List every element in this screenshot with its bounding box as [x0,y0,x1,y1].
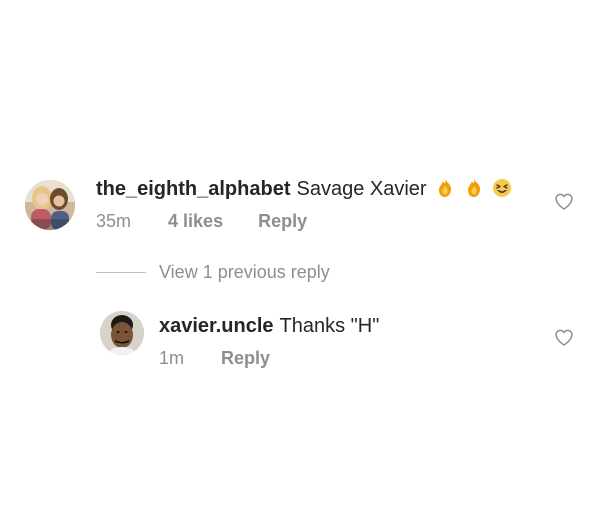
comment-likes[interactable]: 4 likes [168,210,223,232]
fire-emoji-icon [464,178,484,198]
comment-time: 35m [96,211,132,231]
fire-emoji-icon [435,178,455,198]
reply-body: xavier.uncle Thanks "H" [159,313,379,339]
view-previous-replies[interactable]: View 1 previous reply [96,260,330,284]
reply-avatar[interactable] [100,311,144,355]
view-previous-replies-label[interactable]: View 1 previous reply [159,260,330,284]
reply-username[interactable]: xavier.uncle [159,315,274,337]
avatar-image [25,180,75,230]
comment-username[interactable]: the_eighth_alphabet [96,178,290,200]
comment-avatar[interactable] [25,180,75,230]
laughing-emoji-icon [492,178,512,198]
reply-time: 1m [159,348,185,368]
reply-meta: 1m Reply [159,347,270,369]
comment-reply-button[interactable]: Reply [258,210,307,232]
reply-thread-line [96,271,146,273]
heart-icon[interactable] [555,329,573,346]
reply-message: Thanks "H" [279,315,380,337]
comment-body: the_eighth_alphabet Savage Xavier [96,176,512,202]
avatar-image [100,311,144,355]
reply-reply-button[interactable]: Reply [221,347,270,369]
heart-icon[interactable] [555,193,573,210]
comment-message: Savage Xavier [296,178,427,200]
comment-meta: 35m 4 likes Reply [96,210,307,232]
